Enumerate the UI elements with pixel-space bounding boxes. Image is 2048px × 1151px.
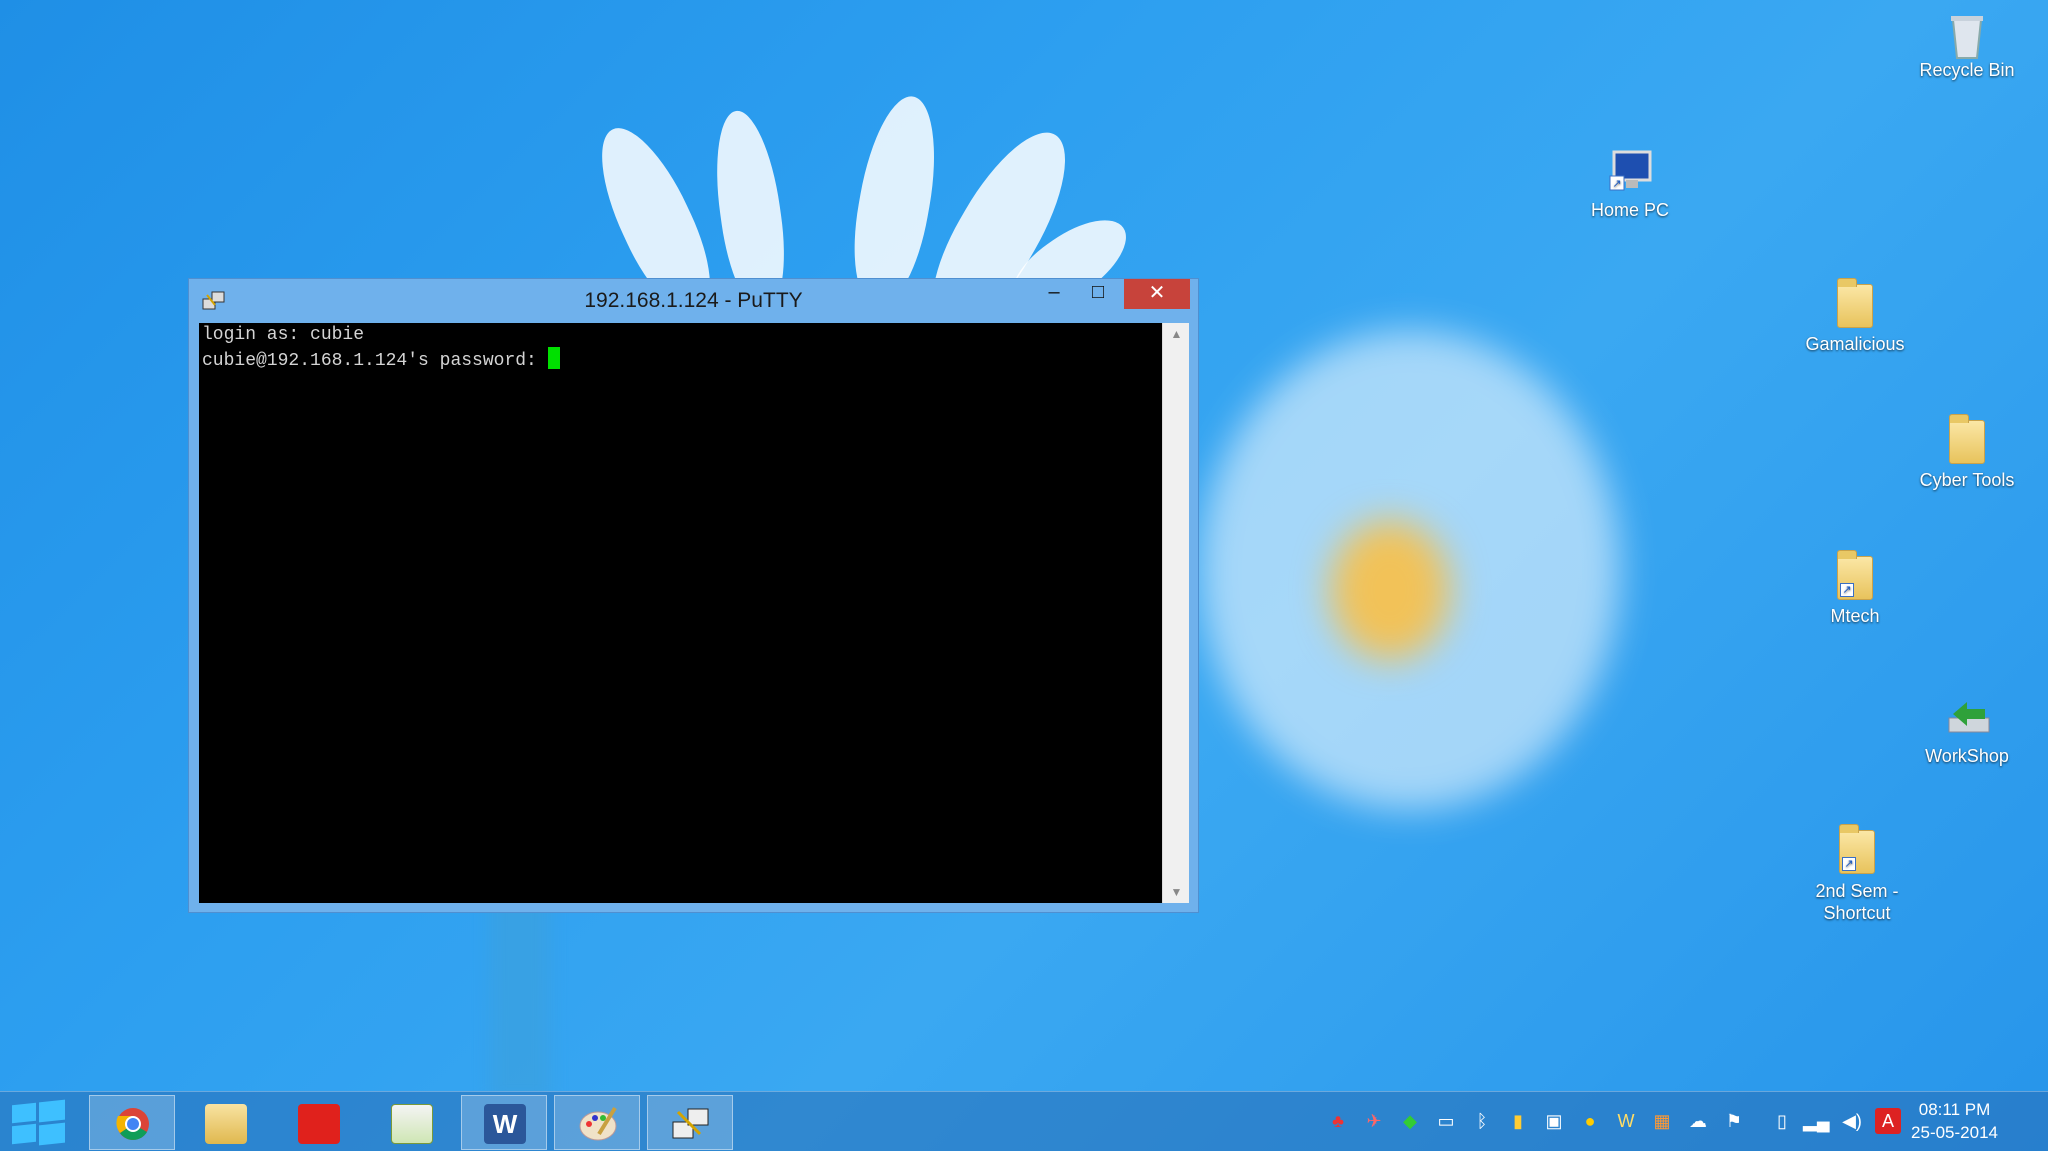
taskbar-item-paint[interactable]: [554, 1095, 640, 1150]
gift-icon[interactable]: ▦: [1649, 1108, 1675, 1134]
paint-icon: [577, 1104, 619, 1144]
taskbar-item-putty[interactable]: [647, 1095, 733, 1150]
bluetooth-icon[interactable]: ᛒ: [1469, 1108, 1495, 1134]
taskbar-clock[interactable]: 08:11 PM 25-05-2014: [1911, 1098, 1998, 1144]
close-button[interactable]: ✕: [1124, 279, 1190, 309]
folder-icon: [1949, 414, 1985, 464]
desktop-icon-home-pc[interactable]: ↗ Home PC: [1570, 150, 1690, 221]
desktop-icon-label: Cyber Tools: [1919, 470, 2015, 490]
folder-shortcut-icon: ↗: [1839, 824, 1875, 874]
scroll-down-icon[interactable]: ▼: [1163, 881, 1190, 903]
word-tray-icon[interactable]: W: [1613, 1108, 1639, 1134]
desktop-icon-label: Recycle Bin: [1919, 60, 2015, 80]
recycle-bin-icon: [1945, 10, 1989, 59]
clock-time: 08:11 PM: [1918, 1100, 1991, 1119]
start-button[interactable]: [12, 1099, 66, 1146]
desktop-icon-cyber-tools[interactable]: Cyber Tools: [1907, 414, 2027, 491]
desktop-icon-recycle-bin[interactable]: Recycle Bin: [1907, 10, 2027, 81]
notepad-icon: [391, 1104, 433, 1144]
folder-icon: [1837, 278, 1873, 328]
taskbar-item-file-explorer[interactable]: [182, 1095, 268, 1150]
taskbar-item-word[interactable]: W: [461, 1095, 547, 1150]
maximize-button[interactable]: □: [1076, 281, 1120, 309]
system-tray: ♣ ✈ ◆ ▭ ᛒ ▮ ▣ ● W ▦ ☁ ⚑ ▯ ▂▄ ◀) A: [1325, 1108, 1905, 1136]
tool-icon[interactable]: ✈: [1361, 1108, 1387, 1134]
onedrive-icon[interactable]: ☁: [1685, 1108, 1711, 1134]
svg-text:↗: ↗: [1612, 178, 1621, 190]
battery-icon[interactable]: ▯: [1769, 1108, 1795, 1134]
word-icon: W: [484, 1104, 526, 1144]
desktop-icon-label: Mtech: [1830, 606, 1880, 626]
taskbar-item-red-app[interactable]: [275, 1095, 361, 1150]
signal-icon[interactable]: ▂▄: [1803, 1108, 1830, 1134]
desktop-icon-label: Gamalicious: [1805, 334, 1905, 354]
workshop-icon: [1945, 696, 1990, 740]
terminal-cursor: [547, 347, 560, 369]
desktop-icon-label: WorkShop: [1925, 746, 2009, 766]
desktop-icon-2nd-sem-shortcut[interactable]: ↗ 2nd Sem - Shortcut: [1795, 824, 1919, 924]
taskbar: W ♣ ✈ ◆ ▭ ᛒ ▮ ▣ ● W ▦ ☁ ⚑ ▯ ▂▄ ◀) A 08:1…: [0, 1091, 2048, 1151]
scroll-up-icon[interactable]: ▲: [1163, 323, 1190, 345]
network-app-icon[interactable]: ♣: [1325, 1108, 1351, 1134]
putty-titlebar[interactable]: 192.168.1.124 - PuTTY – □ ✕: [189, 279, 1198, 323]
card-icon[interactable]: ▣: [1541, 1108, 1567, 1134]
chrome-tray-icon[interactable]: ●: [1577, 1108, 1603, 1134]
desktop-icon-label: 2nd Sem - Shortcut: [1815, 881, 1899, 923]
taskbar-item-notepad[interactable]: [368, 1095, 454, 1150]
desktop-icon-workshop[interactable]: WorkShop: [1907, 696, 2027, 767]
terminal-scrollbar[interactable]: ▲ ▼: [1162, 323, 1189, 903]
red-tool-icon: [298, 1104, 340, 1144]
terminal-area[interactable]: login as: cubie cubie@192.168.1.124's pa…: [199, 323, 1162, 903]
desktop-icon-gamalicious[interactable]: Gamalicious: [1795, 278, 1915, 355]
terminal-line: login as: cubie: [202, 325, 365, 345]
sync-icon[interactable]: ◆: [1397, 1108, 1423, 1134]
minimize-button[interactable]: –: [1032, 281, 1076, 309]
flag-icon[interactable]: ⚑: [1721, 1108, 1747, 1134]
putty-icon: [670, 1104, 712, 1144]
folder-shortcut-icon: ↗: [1837, 550, 1873, 600]
desktop-icon-label: Home PC: [1590, 200, 1670, 220]
chart-icon[interactable]: ▮: [1505, 1108, 1531, 1134]
taskbar-item-chrome[interactable]: [89, 1095, 175, 1150]
password-prompt: cubie@192.168.1.124's password:: [202, 351, 548, 371]
terminal-line-prompt: cubie@192.168.1.124's password:: [202, 347, 1159, 373]
chrome-icon: [112, 1104, 154, 1144]
computer-shortcut-icon: ↗: [1608, 150, 1652, 194]
file-explorer-icon: [205, 1104, 247, 1144]
putty-window[interactable]: 192.168.1.124 - PuTTY – □ ✕ login as: cu…: [188, 278, 1199, 913]
antivirus-icon[interactable]: A: [1875, 1108, 1901, 1134]
desktop-icon-mtech[interactable]: ↗ Mtech: [1795, 550, 1915, 627]
clock-date: 25-05-2014: [1911, 1123, 1998, 1142]
monitor-icon[interactable]: ▭: [1433, 1108, 1459, 1134]
volume-icon[interactable]: ◀): [1839, 1108, 1865, 1134]
